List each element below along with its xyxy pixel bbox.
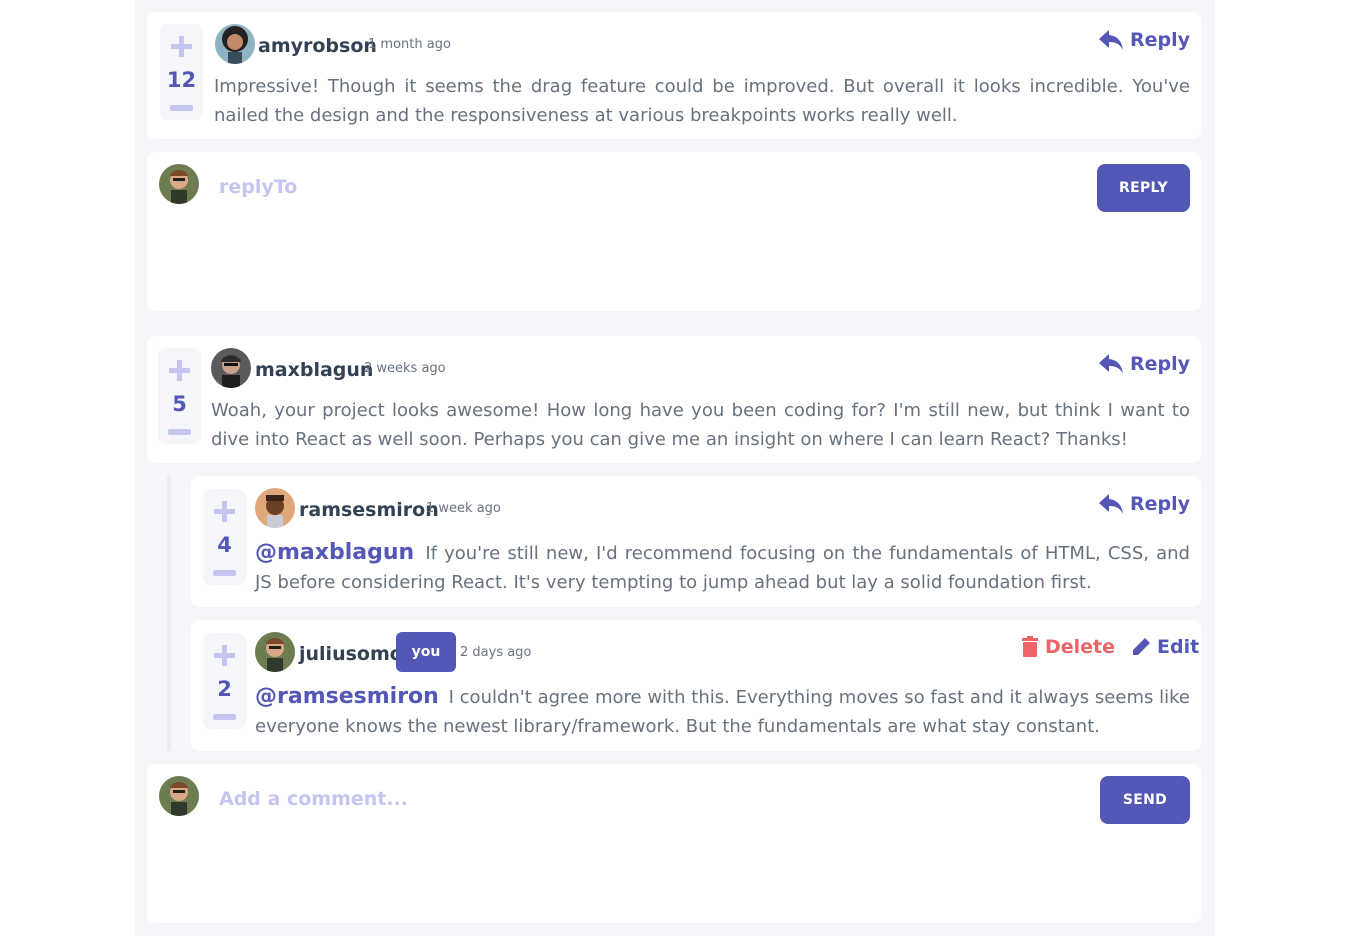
vote-counter: 12 [160, 24, 203, 120]
reply-text: @ramsesmiron I couldn't agree more with … [255, 683, 1190, 741]
vote-counter: 4 [203, 489, 246, 585]
vote-score: 2 [217, 677, 232, 701]
delete-button[interactable]: Delete [1021, 636, 1115, 658]
reply-button[interactable]: Reply [1098, 492, 1190, 516]
reply-label: Reply [1129, 493, 1190, 515]
comment-input[interactable]: Add a comment... [219, 787, 408, 811]
reply-icon [1098, 30, 1123, 50]
reply-card: 2 juliusomo you 2 days ago Delete Edit @… [191, 620, 1201, 751]
reply-card: 4 ramsesmiron 1 week ago Reply @maxblagu… [191, 476, 1201, 607]
edit-label: Edit [1157, 636, 1200, 658]
pencil-icon [1133, 638, 1150, 655]
reply-label: Reply [1129, 353, 1190, 375]
mention-link[interactable]: @maxblagun [255, 540, 414, 565]
plus-icon[interactable] [169, 34, 194, 59]
avatar-juliusomo [255, 632, 295, 672]
avatar-current-user [159, 164, 199, 204]
reply-button[interactable]: Reply [1098, 28, 1190, 52]
timestamp: 2 days ago [460, 645, 532, 660]
username[interactable]: maxblagun [255, 358, 373, 382]
vote-counter: 2 [203, 633, 246, 729]
avatar-maxblagun [211, 348, 251, 388]
vote-score: 5 [172, 392, 187, 416]
username[interactable]: juliusomo [299, 642, 403, 666]
minus-icon[interactable] [170, 105, 193, 111]
comment-text: Impressive! Though it seems the drag fea… [214, 76, 1190, 126]
timestamp: 1 month ago [368, 37, 451, 52]
username[interactable]: amyrobson [258, 34, 377, 58]
avatar-ramsesmiron [255, 488, 295, 528]
plus-icon[interactable] [212, 499, 237, 524]
reply-composer: replyTo REPLY [147, 152, 1201, 311]
comment-composer: Add a comment... SEND [147, 764, 1201, 923]
reply-icon [1098, 354, 1123, 374]
delete-label: Delete [1045, 636, 1116, 658]
vote-score: 4 [217, 533, 232, 557]
avatar-amyrobson [215, 24, 255, 64]
minus-icon[interactable] [213, 570, 236, 576]
timestamp: 1 week ago [426, 501, 501, 516]
edit-button[interactable]: Edit [1131, 636, 1199, 658]
minus-icon[interactable] [168, 429, 191, 435]
reply-submit-button[interactable]: REPLY [1097, 164, 1190, 212]
minus-icon[interactable] [213, 714, 236, 720]
comment-text: Woah, your project looks awesome! How lo… [211, 400, 1190, 450]
reply-icon [1098, 494, 1123, 514]
you-badge: you [396, 632, 456, 672]
mention-link[interactable]: @ramsesmiron [255, 684, 439, 709]
reply-input[interactable]: replyTo [219, 175, 297, 199]
reply-thread-line [167, 476, 171, 751]
plus-icon[interactable] [212, 643, 237, 668]
reply-label: Reply [1129, 29, 1190, 51]
vote-score: 12 [166, 68, 197, 92]
reply-text: @maxblagun If you're still new, I'd reco… [255, 539, 1190, 597]
timestamp: 2 weeks ago [364, 361, 446, 376]
trash-icon [1022, 636, 1038, 657]
avatar-current-user [159, 776, 199, 816]
plus-icon[interactable] [167, 358, 192, 383]
comment-card: 12 amyrobson 1 month ago Reply Impressiv… [147, 12, 1201, 139]
comment-card: 5 maxblagun 2 weeks ago Reply Woah, your… [147, 336, 1201, 463]
username[interactable]: ramsesmiron [299, 498, 439, 522]
vote-counter: 5 [158, 348, 201, 444]
reply-button[interactable]: Reply [1098, 352, 1190, 376]
send-button[interactable]: SEND [1100, 776, 1190, 824]
